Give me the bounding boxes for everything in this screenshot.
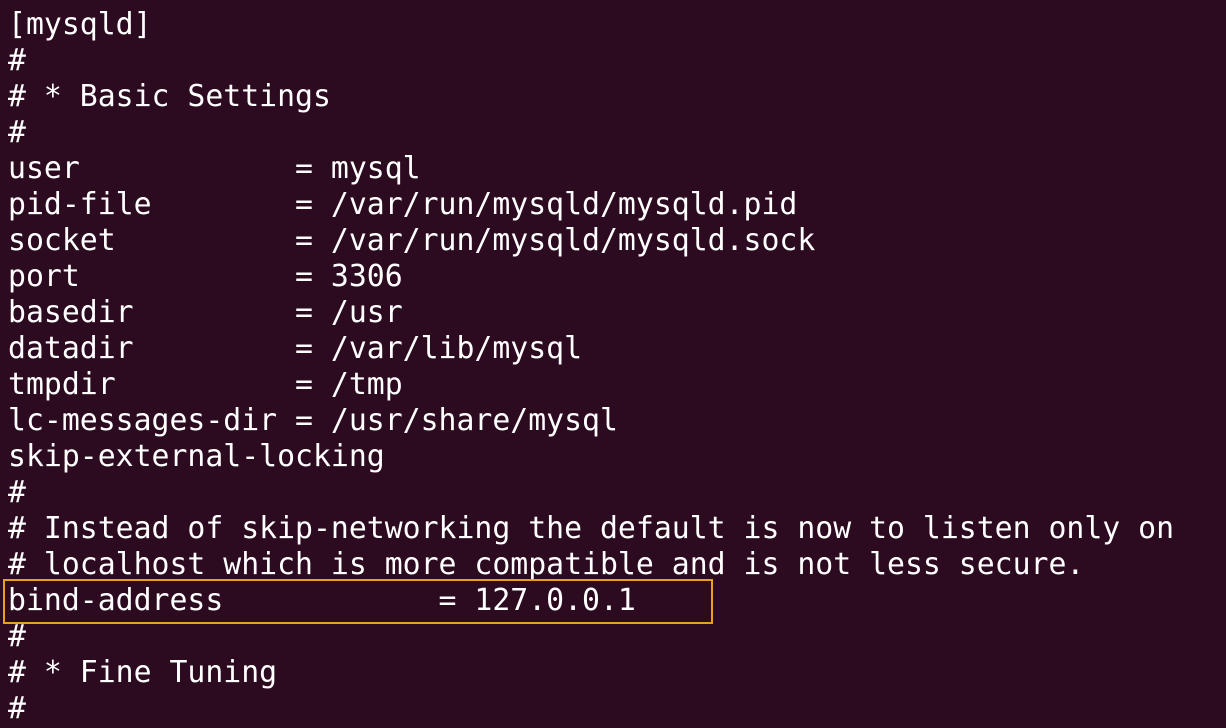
terminal-window[interactable]: [mysqld] # # * Basic Settings # user = m… xyxy=(0,0,1226,728)
config-tmpdir-line: tmpdir = /tmp xyxy=(8,367,403,402)
comment-line: # xyxy=(8,115,26,150)
comment-fine-tuning: # * Fine Tuning xyxy=(8,655,278,690)
section-header-line: [mysqld] xyxy=(8,7,152,42)
config-datadir-line: datadir = /var/lib/mysql xyxy=(8,331,583,366)
bind-address-highlight-box xyxy=(3,579,713,624)
comment-line: # xyxy=(8,475,26,510)
comment-line: # xyxy=(8,619,26,654)
comment-localhost-line: # localhost which is more compatible and… xyxy=(8,547,1085,582)
config-socket-line: socket = /var/run/mysqld/mysqld.sock xyxy=(8,223,816,258)
config-basedir-line: basedir = /usr xyxy=(8,295,403,330)
comment-basic-settings: # * Basic Settings xyxy=(8,79,331,114)
config-skip-external-locking-line: skip-external-locking xyxy=(8,439,385,474)
comment-line: # xyxy=(8,691,26,726)
config-pid-file-line: pid-file = /var/run/mysqld/mysqld.pid xyxy=(8,187,798,222)
comment-skip-networking-line: # Instead of skip-networking the default… xyxy=(8,511,1175,546)
config-user-line: user = mysql xyxy=(8,151,421,186)
comment-line: # xyxy=(8,43,26,78)
config-lc-messages-dir-line: lc-messages-dir = /usr/share/mysql xyxy=(8,403,618,438)
config-port-line: port = 3306 xyxy=(8,259,403,294)
